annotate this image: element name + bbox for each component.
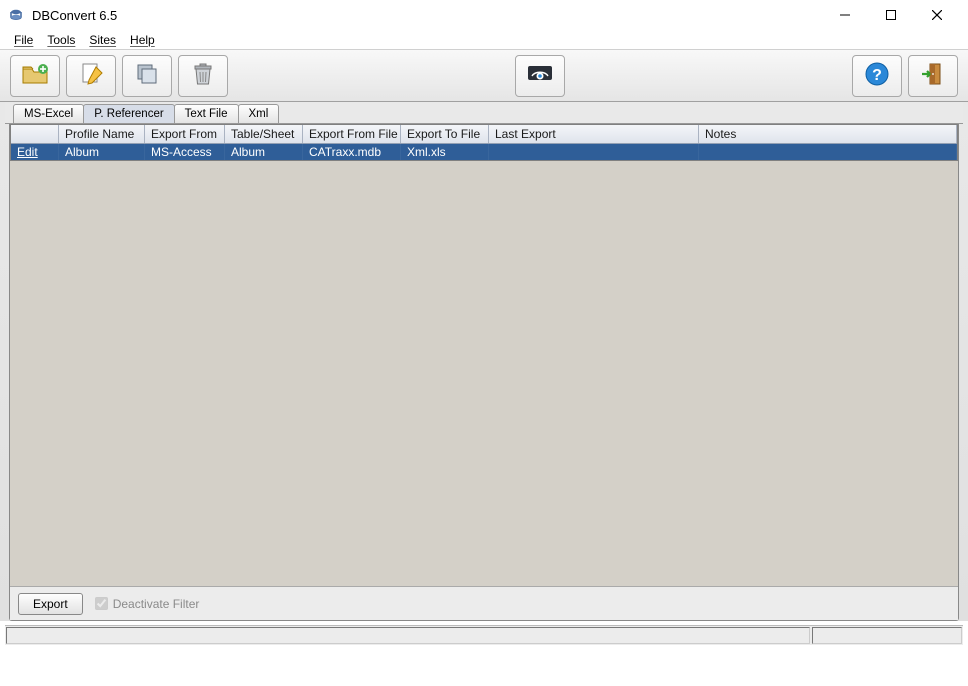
maximize-button[interactable] [868, 0, 914, 30]
col-header-table-sheet[interactable]: Table/Sheet [225, 125, 303, 143]
status-pane-progress [812, 627, 962, 644]
col-header-blank[interactable] [11, 125, 59, 143]
deactivate-filter-label: Deactivate Filter [113, 597, 200, 611]
col-header-export-from[interactable]: Export From [145, 125, 225, 143]
menubar: File Tools Sites Help [0, 30, 968, 50]
col-header-notes[interactable]: Notes [699, 125, 957, 143]
cell-export-to-file: Xml.xls [401, 144, 489, 160]
col-header-export-from-file[interactable]: Export From File [303, 125, 401, 143]
tab-p-referencer[interactable]: P. Referencer [83, 104, 174, 123]
exit-button[interactable] [908, 55, 958, 97]
tab-text-file[interactable]: Text File [174, 104, 239, 123]
copy-icon [134, 61, 160, 90]
trash-icon [191, 61, 215, 90]
help-button[interactable]: ? [852, 55, 902, 97]
tab-ms-excel[interactable]: MS-Excel [13, 104, 84, 123]
menu-sites[interactable]: Sites [83, 31, 122, 49]
tab-strip: MS-Excel P. Referencer Text File Xml [5, 102, 963, 124]
cell-export-from-file: CATraxx.mdb [303, 144, 401, 160]
document-edit-icon [78, 61, 104, 90]
minimize-button[interactable] [822, 0, 868, 30]
close-button[interactable] [914, 0, 960, 30]
statusbar [5, 625, 963, 645]
row-edit-link[interactable]: Edit [11, 144, 59, 160]
cell-profile-name: Album [59, 144, 145, 160]
menu-tools[interactable]: Tools [41, 31, 81, 49]
col-header-export-to-file[interactable]: Export To File [401, 125, 489, 143]
grid-header: Profile Name Export From Table/Sheet Exp… [11, 125, 957, 144]
cell-table-sheet: Album [225, 144, 303, 160]
tab-xml[interactable]: Xml [238, 104, 280, 123]
menu-file[interactable]: File [8, 31, 39, 49]
status-pane-main [6, 627, 810, 644]
menu-help[interactable]: Help [124, 31, 161, 49]
copy-profile-button[interactable] [122, 55, 172, 97]
preview-button[interactable] [515, 55, 565, 97]
app-icon [8, 7, 24, 23]
col-header-last-export[interactable]: Last Export [489, 125, 699, 143]
profile-grid: Profile Name Export From Table/Sheet Exp… [10, 124, 958, 161]
folder-plus-icon [21, 62, 49, 89]
toolbar: ? [0, 50, 968, 102]
titlebar: DBConvert 6.5 [0, 0, 968, 30]
delete-profile-button[interactable] [178, 55, 228, 97]
cell-last-export [489, 144, 699, 160]
export-button[interactable]: Export [18, 593, 83, 615]
col-header-profile-name[interactable]: Profile Name [59, 125, 145, 143]
deactivate-filter-input[interactable] [95, 597, 108, 610]
table-row[interactable]: Edit Album MS-Access Album CATraxx.mdb X… [11, 144, 957, 160]
cell-export-from: MS-Access [145, 144, 225, 160]
exit-icon [920, 61, 946, 90]
svg-text:?: ? [872, 67, 882, 84]
cell-notes [699, 144, 957, 160]
deactivate-filter-checkbox[interactable]: Deactivate Filter [95, 597, 200, 611]
grid-empty-area [10, 161, 958, 585]
new-profile-button[interactable] [10, 55, 60, 97]
client-area: Profile Name Export From Table/Sheet Exp… [9, 124, 959, 621]
window-title: DBConvert 6.5 [32, 8, 822, 23]
bottom-bar: Export Deactivate Filter [10, 586, 958, 620]
edit-profile-button[interactable] [66, 55, 116, 97]
eye-icon [526, 62, 554, 89]
help-icon: ? [864, 61, 890, 90]
